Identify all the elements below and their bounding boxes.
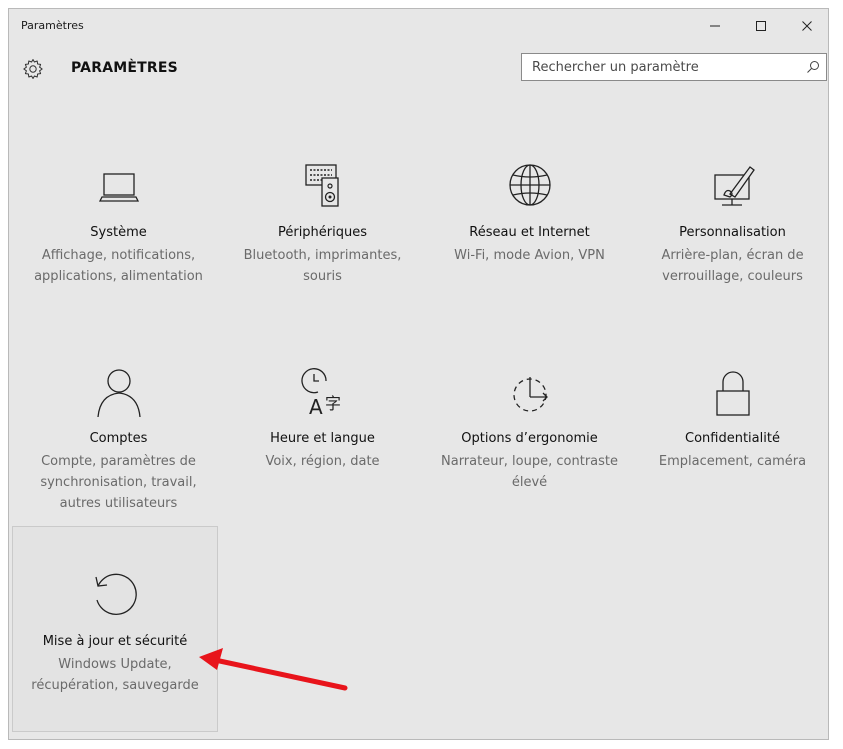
page-title: PARAMÈTRES — [71, 60, 178, 76]
title-bar: Paramètres — [9, 9, 828, 41]
ease-of-access-icon — [427, 367, 632, 421]
tile-description: Compte, paramètres de synchronisation, t… — [40, 454, 197, 511]
lock-icon — [630, 367, 835, 421]
tile-title: Comptes — [89, 431, 148, 446]
tile-title: Mise à jour et sécurité — [42, 634, 188, 649]
search-box[interactable] — [521, 53, 827, 81]
tile-title: Options d’ergonomie — [461, 431, 598, 446]
tile-description: Bluetooth, imprimantes, souris — [243, 248, 402, 284]
svg-text:A: A — [309, 395, 323, 419]
search-icon[interactable] — [806, 60, 820, 74]
maximize-button[interactable] — [738, 13, 784, 39]
tile-title: Personnalisation — [679, 225, 786, 240]
tile-ergonomie[interactable]: Options d’ergonomie Narrateur, loupe, co… — [427, 367, 632, 567]
tile-systeme[interactable]: Système Affichage, notifications, applic… — [16, 161, 221, 361]
maximize-icon — [756, 21, 766, 31]
close-button[interactable] — [784, 13, 830, 39]
minimize-button[interactable] — [692, 13, 738, 39]
tile-mise-a-jour-securite[interactable]: Mise à jour et sécurité Windows Update, … — [12, 526, 218, 732]
red-arrow-annotation — [199, 648, 348, 691]
tile-title: Confidentialité — [685, 431, 780, 446]
paint-screen-icon — [630, 161, 835, 215]
tile-title: Réseau et Internet — [469, 225, 590, 240]
tile-description: Wi-Fi, mode Avion, VPN — [454, 248, 605, 263]
time-language-icon: A字 — [220, 367, 425, 421]
tile-description: Arrière-plan, écran de verrouillage, cou… — [661, 248, 804, 284]
window-title: Paramètres — [21, 19, 84, 32]
tile-description: Narrateur, loupe, contraste élevé — [441, 454, 618, 490]
tile-description: Voix, région, date — [265, 454, 380, 469]
search-input[interactable] — [522, 54, 802, 80]
update-icon — [13, 570, 217, 624]
tile-description: Affichage, notifications, applications, … — [34, 248, 203, 284]
tile-title: Système — [90, 225, 147, 240]
close-icon — [802, 21, 812, 31]
minimize-icon — [710, 25, 720, 27]
tile-reseau[interactable]: Réseau et Internet Wi-Fi, mode Avion, VP… — [427, 161, 632, 361]
tile-description: Windows Update, récupération, sauvegarde — [31, 657, 199, 693]
tile-title: Heure et langue — [270, 431, 375, 446]
globe-icon — [427, 161, 632, 215]
svg-text:字: 字 — [325, 394, 341, 413]
tile-peripheriques[interactable]: Périphériques Bluetooth, imprimantes, so… — [220, 161, 425, 361]
settings-header: PARAMÈTRES — [9, 47, 828, 93]
tile-description: Emplacement, caméra — [658, 454, 807, 469]
tile-heure-langue[interactable]: A字 Heure et langue Voix, région, date — [220, 367, 425, 567]
gear-icon — [23, 59, 43, 79]
person-icon — [16, 367, 221, 421]
tile-confidentialite[interactable]: Confidentialité Emplacement, caméra — [630, 367, 835, 567]
laptop-icon — [16, 161, 221, 215]
tile-personnalisation[interactable]: Personnalisation Arrière-plan, écran de … — [630, 161, 835, 361]
tile-title: Périphériques — [277, 225, 368, 240]
settings-window: Paramètres PARAMÈTRES Système — [8, 8, 829, 740]
keyboard-speaker-icon — [220, 161, 425, 215]
